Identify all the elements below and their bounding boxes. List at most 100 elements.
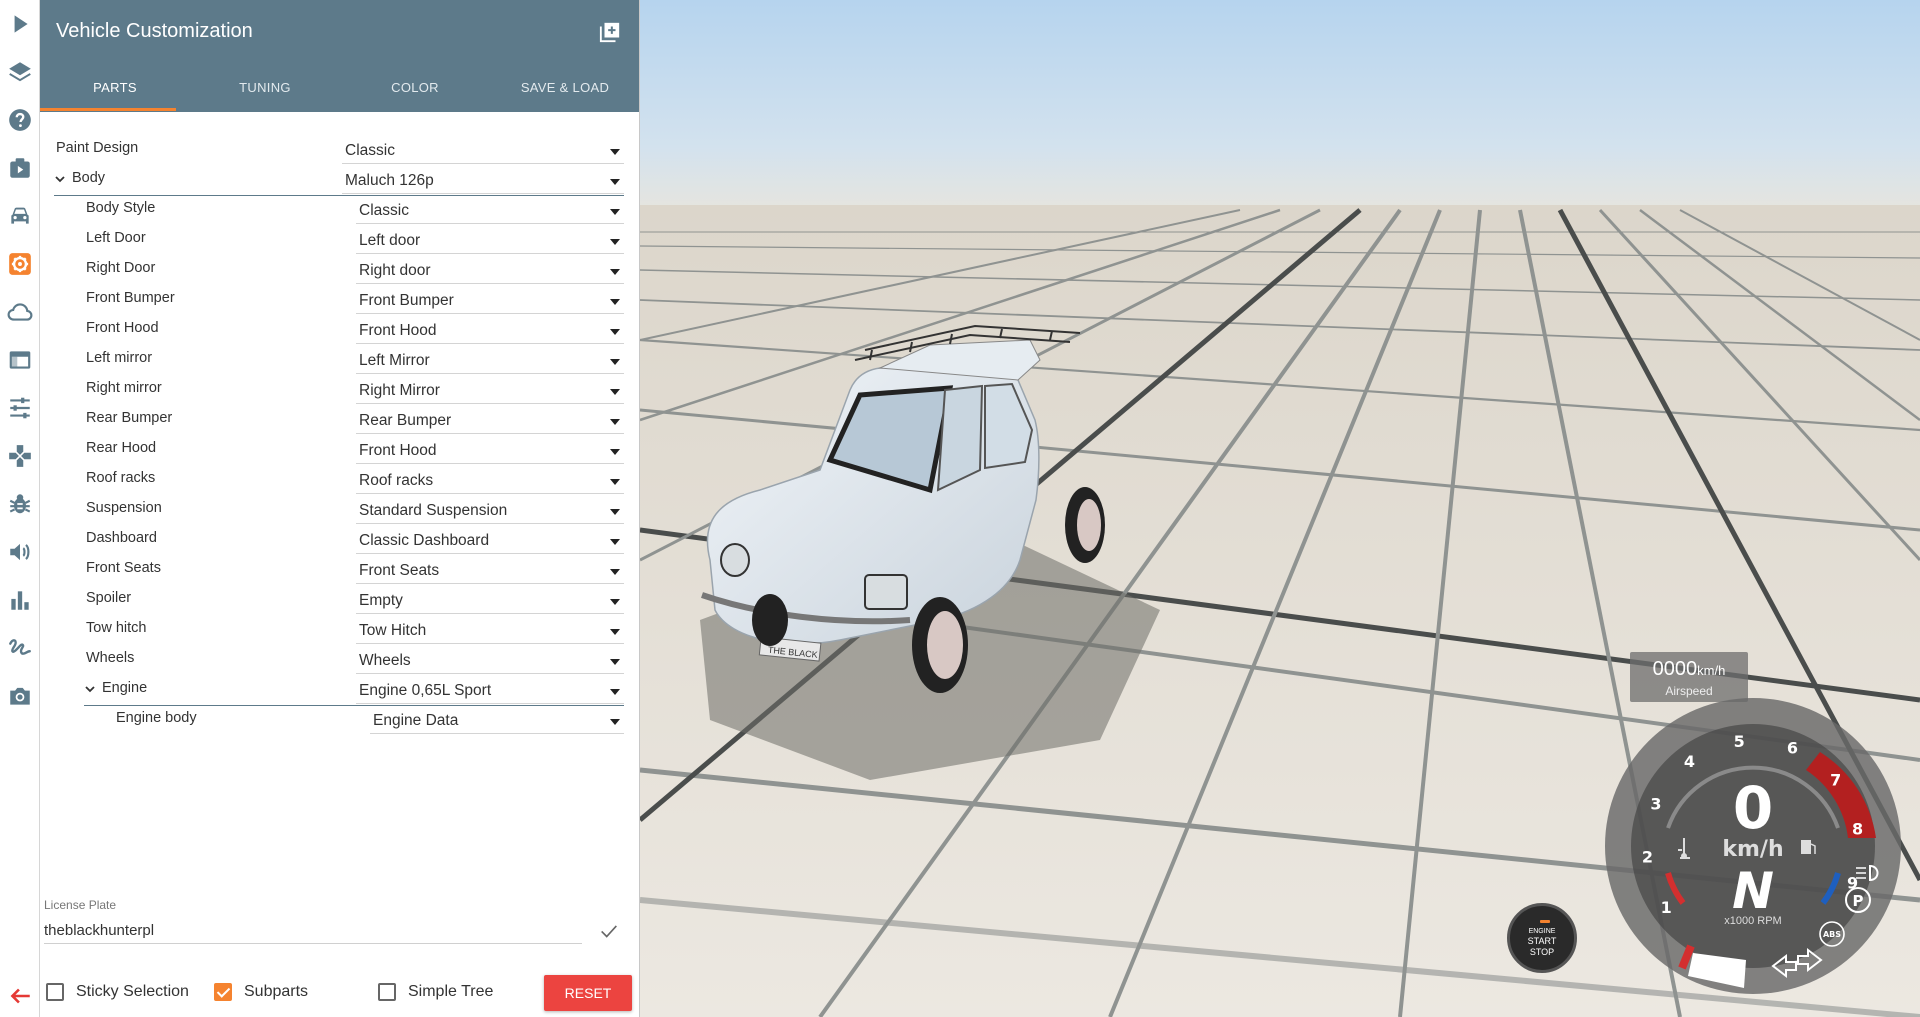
help-button[interactable]	[0, 100, 40, 140]
part-label: Left Door	[86, 230, 146, 246]
part-select[interactable]: Rear Bumper	[356, 410, 624, 434]
license-plate-input[interactable]	[44, 918, 582, 944]
dropdown-arrow-icon	[610, 149, 620, 155]
ui-apps-button[interactable]	[0, 340, 40, 380]
subparts-checkbox[interactable]: Subparts	[214, 983, 308, 1001]
part-label: Tow hitch	[86, 620, 147, 636]
add-window-icon[interactable]	[599, 21, 621, 43]
dropdown-arrow-icon	[610, 569, 620, 575]
part-select-value: Standard Suspension	[359, 502, 508, 519]
part-select-value: Front Seats	[359, 562, 440, 579]
part-select-value: Rear Bumper	[359, 412, 452, 429]
part-row: Spoiler Empty	[40, 586, 640, 616]
sticky-selection-box[interactable]	[46, 983, 64, 1001]
part-select[interactable]: Wheels	[356, 650, 624, 674]
camera-icon	[10, 687, 30, 705]
debug-button[interactable]	[0, 484, 40, 524]
part-select[interactable]: Engine Data	[370, 710, 624, 734]
airspeed-value: 0000	[1652, 658, 1698, 680]
environment-button[interactable]	[0, 292, 40, 332]
part-select-value: Front Hood	[359, 442, 437, 459]
part-label: Spoiler	[86, 590, 132, 606]
part-select[interactable]: Tow Hitch	[356, 620, 624, 644]
part-select[interactable]: Front Hood	[356, 320, 624, 344]
apply-license-plate-icon[interactable]	[598, 920, 620, 942]
part-select[interactable]: Maluch 126p	[342, 170, 624, 194]
part-select-value: Roof racks	[359, 472, 434, 489]
scenario-button[interactable]	[0, 148, 40, 188]
tab-parts[interactable]: PARTS	[40, 70, 190, 112]
panel-header: Vehicle Customization PARTS TUNING COLOR…	[40, 0, 639, 112]
vehicles-button[interactable]	[0, 196, 40, 236]
part-label: Rear Bumper	[86, 410, 173, 426]
tab-save-load[interactable]: SAVE & LOAD	[490, 70, 640, 112]
part-select[interactable]: Engine 0,65L Sport	[356, 680, 624, 704]
part-select-value: Tow Hitch	[359, 622, 427, 639]
dropdown-arrow-icon	[610, 599, 620, 605]
dropdown-arrow-icon	[610, 269, 620, 275]
sticky-selection-checkbox[interactable]: Sticky Selection	[46, 983, 189, 1001]
part-select-value: Front Hood	[359, 322, 437, 339]
dropdown-arrow-icon	[610, 239, 620, 245]
simple-tree-checkbox[interactable]: Simple Tree	[378, 983, 493, 1001]
part-select[interactable]: Roof racks	[356, 470, 624, 494]
part-select-value: Classic Dashboard	[359, 532, 490, 549]
part-row: Wheels Wheels	[40, 646, 640, 676]
expand-chevron-icon[interactable]	[54, 173, 66, 185]
part-select[interactable]: Classic	[356, 200, 624, 224]
part-row: Right mirror Right Mirror	[40, 376, 640, 406]
part-row: Front Bumper Front Bumper	[40, 286, 640, 316]
expand-chevron-icon[interactable]	[84, 683, 96, 695]
ai-path-button[interactable]	[0, 628, 40, 668]
part-select[interactable]: Classic Dashboard	[356, 530, 624, 554]
controls-button[interactable]	[0, 436, 40, 476]
dropdown-arrow-icon	[610, 539, 620, 545]
part-row: Body Maluch 126p	[40, 166, 640, 196]
simple-tree-box[interactable]	[378, 983, 396, 1001]
dropdown-arrow-icon	[610, 179, 620, 185]
tab-color[interactable]: COLOR	[340, 70, 490, 112]
airspeed-label: Airspeed	[1665, 684, 1713, 698]
reset-button[interactable]: RESET	[544, 975, 632, 1011]
part-row: Left Door Left door	[40, 226, 640, 256]
part-select[interactable]: Right door	[356, 260, 624, 284]
rpm-tick-label: 7	[1830, 771, 1841, 790]
gesture-icon	[9, 639, 31, 655]
photo-mode-button[interactable]	[0, 676, 40, 716]
part-select[interactable]: Right Mirror	[356, 380, 624, 404]
part-select[interactable]: Empty	[356, 590, 624, 614]
part-select[interactable]: Front Seats	[356, 560, 624, 584]
sky	[640, 0, 1920, 210]
simple-tree-label: Simple Tree	[408, 983, 494, 1000]
airspeed-display: 0000km/h Airspeed	[1630, 652, 1748, 702]
part-select[interactable]: Front Hood	[356, 440, 624, 464]
panel-title: Vehicle Customization	[56, 20, 253, 42]
part-select[interactable]: Classic	[342, 140, 624, 164]
dropdown-arrow-icon	[610, 389, 620, 395]
part-label: Rear Hood	[86, 440, 157, 456]
part-label: Dashboard	[86, 530, 157, 546]
back-button[interactable]	[0, 976, 40, 1016]
audio-button[interactable]	[0, 532, 40, 572]
subparts-box[interactable]	[214, 983, 232, 1001]
dropdown-arrow-icon	[610, 719, 620, 725]
stop-label: STOP	[1529, 947, 1555, 957]
part-label: Left mirror	[86, 350, 153, 366]
vehicle-config-button[interactable]	[0, 244, 40, 284]
tab-tuning[interactable]: TUNING	[190, 70, 340, 112]
options-button[interactable]	[0, 388, 40, 428]
gamepad-icon	[9, 445, 31, 467]
performance-button[interactable]	[0, 580, 40, 620]
part-select[interactable]: Front Bumper	[356, 290, 624, 314]
engine-start-stop-button[interactable]: ENGINE START STOP	[1507, 903, 1577, 973]
dropdown-arrow-icon	[610, 659, 620, 665]
part-select-value: Engine 0,65L Sport	[359, 682, 492, 699]
layers-button[interactable]	[0, 52, 40, 92]
sticky-selection-label: Sticky Selection	[76, 983, 189, 1000]
dropdown-arrow-icon	[610, 509, 620, 515]
part-select[interactable]: Left door	[356, 230, 624, 254]
part-select[interactable]: Standard Suspension	[356, 500, 624, 524]
part-select[interactable]: Left Mirror	[356, 350, 624, 374]
play-button[interactable]	[0, 4, 40, 44]
tune-sliders-icon	[10, 397, 30, 419]
